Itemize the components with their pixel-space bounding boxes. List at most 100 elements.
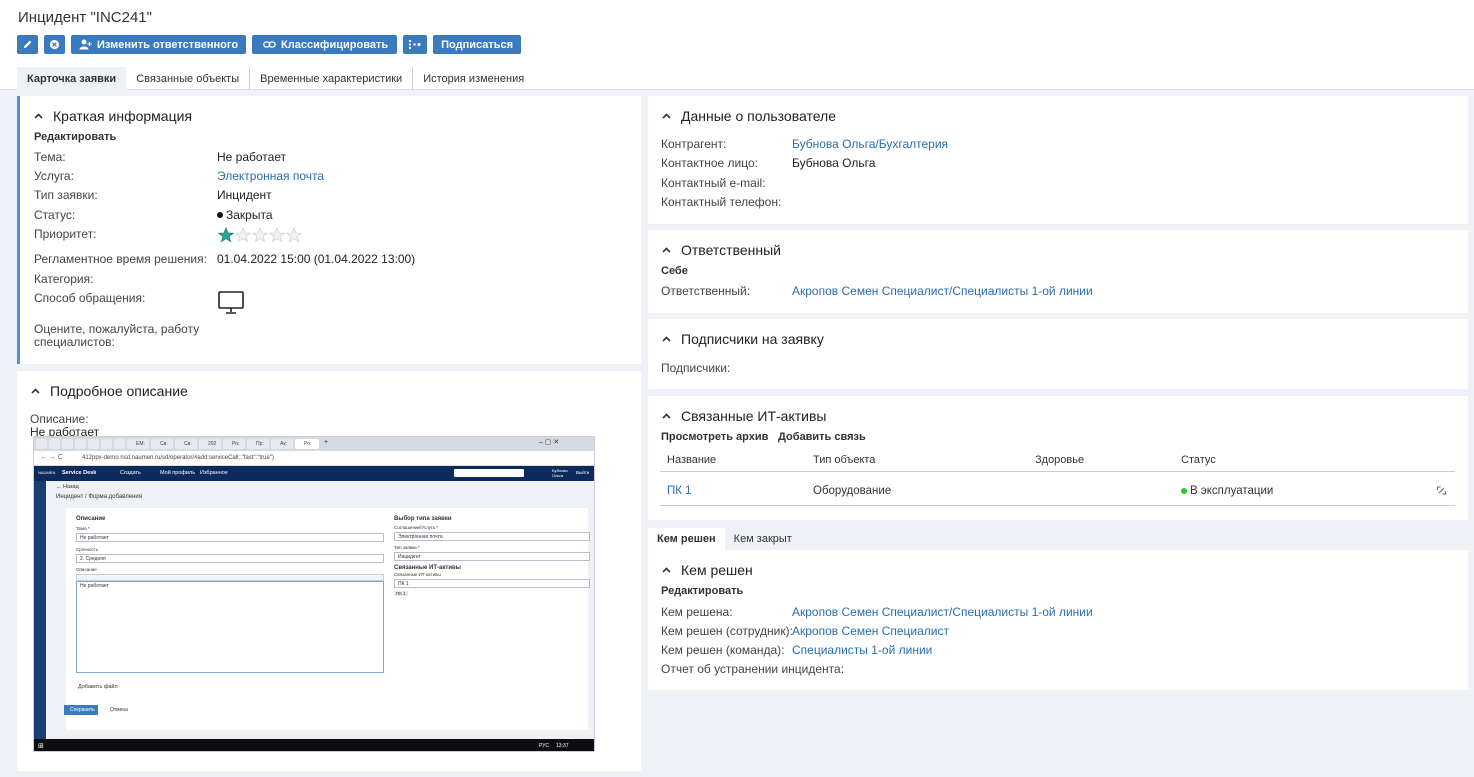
screenshot-tab: Ро: [295, 439, 319, 449]
more-actions-button[interactable] [403, 35, 428, 54]
change-responsible-button[interactable]: Изменить ответственного [71, 35, 247, 54]
detail-header[interactable]: Подробное описание [31, 383, 188, 399]
chevron-up-icon[interactable] [34, 113, 43, 119]
screenshot-tab: Св: [151, 439, 173, 449]
star-empty-icon[interactable] [252, 227, 268, 243]
tab-resolved-by[interactable]: Кем решен [648, 528, 725, 550]
chevron-up-icon[interactable] [31, 388, 40, 394]
screenshot-editor-toolbar [76, 574, 384, 581]
screenshot-tab: 202 [199, 439, 221, 449]
brief-info-header[interactable]: Краткая информация [34, 108, 192, 124]
priority-stars[interactable] [218, 227, 302, 243]
screenshot-tab: Ро: [223, 439, 245, 449]
screenshot-type-label: Тип заявки * [394, 545, 420, 550]
service-link[interactable]: Электронная почта [217, 169, 324, 183]
status-dot-icon [217, 212, 223, 218]
subscribers-panel: Подписчики на заявку Подписчики: [648, 319, 1468, 389]
add-user-icon [79, 39, 92, 50]
type-label: Тип заявки: [34, 188, 98, 202]
unlink-icon[interactable] [1436, 485, 1447, 499]
resolved-by-header[interactable]: Кем решен [662, 562, 753, 578]
resolved-employee-link[interactable]: Акропов Семен Специалист [792, 624, 949, 638]
sla-label: Регламентное время решения: [34, 252, 207, 266]
screenshot-tab: Пр: [247, 439, 269, 449]
screenshot-tab [88, 439, 99, 449]
chevron-up-icon[interactable] [662, 413, 671, 419]
it-assets-panel: Связанные ИТ-активы Просмотреть архив До… [648, 396, 1468, 520]
screenshot-left-bar [34, 481, 46, 739]
tab-time-characteristics[interactable]: Временные характеристики [250, 67, 414, 90]
rating-label: Оцените, пожалуйста, работу специалистов… [34, 322, 200, 349]
screenshot-urgency-select: 2. Средняя [76, 554, 384, 563]
user-data-header[interactable]: Данные о пользователе [662, 108, 836, 124]
screenshot-tab: Ак: [271, 439, 293, 449]
subscribe-button[interactable]: Подписаться [433, 35, 522, 54]
asset-name-link[interactable]: ПК 1 [667, 485, 692, 497]
screenshot-address-bar: ← → C 412ppx-demo.nsd.naumen.ru/sd/opera… [34, 451, 594, 466]
resolved-by-link[interactable]: Акропов Семен Специалист/Специалисты 1-о… [792, 605, 1093, 619]
chevron-up-icon[interactable] [662, 113, 671, 119]
tab-closed-by[interactable]: Кем закрыт [724, 528, 801, 550]
star-empty-icon[interactable] [235, 227, 251, 243]
detail-title: Подробное описание [50, 383, 188, 399]
star-empty-icon[interactable] [286, 227, 302, 243]
resolved-by-label: Кем решена: [661, 605, 733, 619]
it-assets-header[interactable]: Связанные ИТ-активы [662, 408, 826, 424]
column-header-name[interactable]: Название [667, 454, 716, 466]
column-header-type[interactable]: Тип объекта [813, 454, 875, 466]
screenshot-taskbar: ⊞ РУС 13:37 [34, 739, 594, 751]
screenshot-brand: Service Desk [62, 470, 97, 476]
assign-self-link[interactable]: Себе [661, 265, 688, 277]
it-assets-table-header: Название Тип объекта Здоровье Статус [660, 448, 1455, 472]
subscribers-header[interactable]: Подписчики на заявку [662, 331, 824, 347]
resolved-team-link[interactable]: Специалисты 1-ой линии [792, 643, 932, 657]
type-value: Инцидент [217, 188, 272, 202]
classify-button[interactable]: Классифицировать [252, 35, 398, 54]
screenshot-app-bar: NAUMEN Service Desk Создать Мой профиль … [34, 466, 594, 481]
screenshot-assets-label: Связанные ИТ-активы [394, 572, 441, 577]
screenshot-back: ← Назад [56, 484, 79, 490]
card-tabs: Карточка заявки Связанные объекты Времен… [17, 67, 534, 90]
screenshot-asset-select: ПК 1 [394, 579, 590, 588]
brief-info-title: Краткая информация [53, 108, 192, 124]
responsible-link[interactable]: Акропов Семен Специалист/Специалисты 1-о… [792, 284, 1093, 298]
star-filled-icon[interactable] [218, 227, 234, 243]
user-data-title: Данные о пользователе [681, 108, 837, 124]
status-text: Закрыта [226, 208, 273, 222]
chevron-up-icon[interactable] [662, 336, 671, 342]
screenshot-tab: ЕМ: [127, 439, 149, 449]
screenshot-topic-label: Тема * [76, 526, 90, 531]
screenshot-search-box [454, 469, 524, 477]
counterparty-link[interactable]: Бубнова Ольга/Бухгалтерия [792, 137, 948, 151]
resolved-by-title: Кем решен [681, 562, 753, 578]
tab-change-history[interactable]: История изменения [413, 67, 534, 90]
resolution-tabs: Кем решен Кем закрыт [648, 528, 801, 550]
resolved-edit-link[interactable]: Редактировать [661, 585, 743, 597]
star-empty-icon[interactable] [269, 227, 285, 243]
view-archive-link[interactable]: Просмотреть архив [661, 431, 768, 443]
cancel-button[interactable] [44, 35, 65, 54]
column-header-status[interactable]: Статус [1181, 454, 1216, 466]
edit-button[interactable] [17, 35, 38, 54]
screenshot-new-tab-icon: + [324, 439, 329, 446]
responsible-title: Ответственный [681, 242, 781, 258]
screenshot-nav-icon: ← → C [40, 454, 63, 461]
column-header-health[interactable]: Здоровье [1035, 454, 1084, 466]
responsible-header[interactable]: Ответственный [662, 242, 781, 258]
screenshot-tab [114, 439, 125, 449]
chevron-up-icon[interactable] [662, 567, 671, 573]
tab-related-objects[interactable]: Связанные объекты [126, 67, 251, 90]
chevron-up-icon[interactable] [662, 247, 671, 253]
screenshot-exit: Выйти [576, 470, 590, 475]
add-link-link[interactable]: Добавить связь [778, 431, 866, 443]
tab-request-card[interactable]: Карточка заявки [17, 67, 127, 90]
screenshot-tab [36, 439, 47, 449]
screenshot-time: 13:37 [556, 743, 569, 749]
screenshot-user-name: Бубнова Ольга [552, 468, 568, 478]
brief-edit-link[interactable]: Редактировать [34, 131, 116, 143]
screenshot-service-select: Электронная почта [394, 532, 590, 541]
report-label: Отчет об устранении инцидента: [661, 662, 845, 676]
toolbar: Изменить ответственного Классифицировать… [17, 35, 522, 54]
screenshot-asset-chip: ПК 1 [394, 591, 408, 596]
resolved-by-panel: Кем решен Редактировать Кем решена: Акро… [648, 550, 1468, 690]
